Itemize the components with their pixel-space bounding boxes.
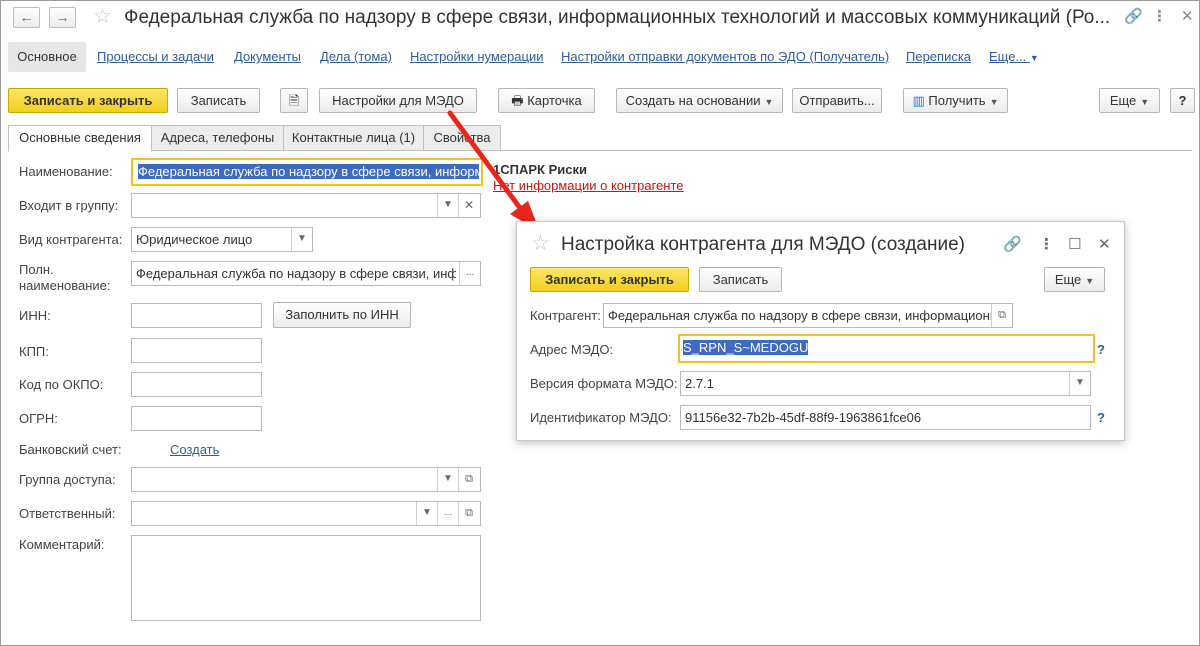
address-value: S_RPN_S~MEDOGU	[683, 340, 809, 355]
link-icon[interactable]: 🔗	[1003, 235, 1022, 253]
id-input[interactable]: 91156e32-7b2b-45df-88f9-1963861fce06	[680, 405, 1091, 430]
dialog-more-button[interactable]: Еще ▼	[1044, 267, 1105, 292]
more-menu-icon[interactable]: ⋮	[1039, 235, 1054, 253]
medo-settings-dialog: ☆ Настройка контрагента для МЭДО (создан…	[516, 221, 1125, 441]
id-help-icon[interactable]: ?	[1097, 410, 1105, 425]
contractor-label: Контрагент:	[530, 308, 601, 323]
open-icon[interactable]: ⧉	[991, 304, 1012, 327]
format-label: Версия формата МЭДО:	[530, 376, 678, 391]
id-value: 91156e32-7b2b-45df-88f9-1963861fce06	[685, 410, 922, 425]
contractor-input[interactable]: Федеральная служба по надзору в сфере св…	[603, 303, 1013, 328]
close-icon[interactable]: ✕	[1098, 235, 1111, 253]
dialog-save-button[interactable]: Записать	[699, 267, 782, 292]
address-input[interactable]: S_RPN_S~MEDOGU	[678, 334, 1095, 363]
address-label: Адрес МЭДО:	[530, 342, 614, 357]
maximize-icon[interactable]: ☐	[1068, 235, 1081, 253]
favorite-star-icon[interactable]: ☆	[531, 233, 550, 254]
dialog-title: Настройка контрагента для МЭДО (создание…	[561, 234, 966, 255]
id-label: Идентификатор МЭДО:	[530, 410, 672, 425]
dialog-more-label: Еще	[1054, 272, 1082, 287]
contractor-value: Федеральная служба по надзору в сфере св…	[608, 308, 992, 323]
dialog-save-close-button[interactable]: Записать и закрыть	[530, 267, 689, 292]
format-value: 2.7.1	[685, 376, 714, 391]
dropdown-arrow-icon[interactable]: ▼	[1069, 372, 1090, 395]
address-help-icon[interactable]: ?	[1097, 342, 1105, 357]
chevron-down-icon: ▼	[1085, 276, 1095, 286]
format-select[interactable]: 2.7.1 ▼	[680, 371, 1091, 396]
